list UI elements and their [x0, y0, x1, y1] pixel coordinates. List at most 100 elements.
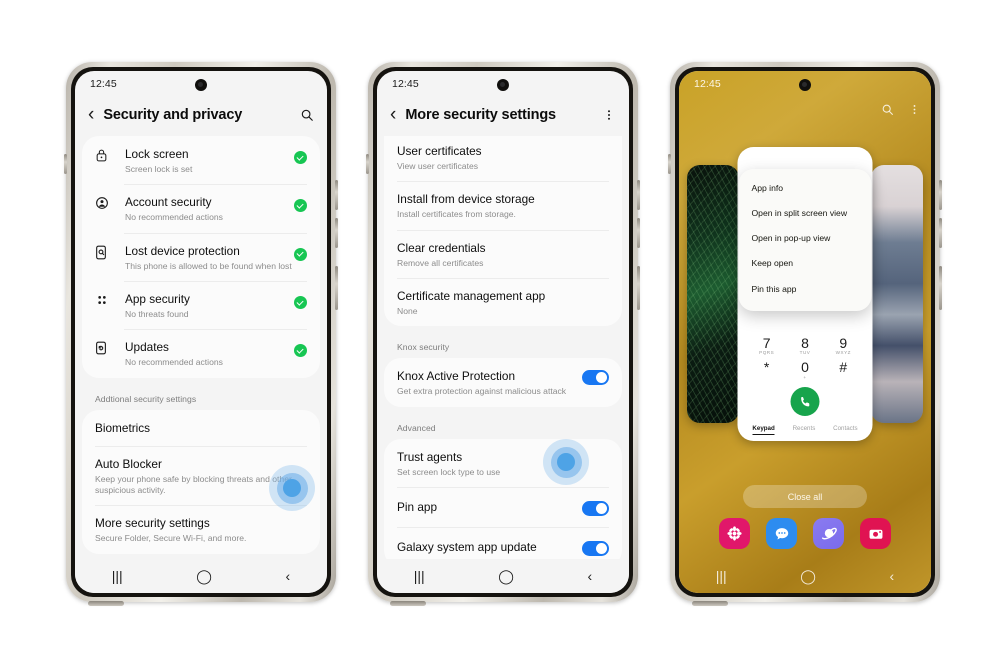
row-title: More security settings [95, 516, 210, 531]
phone-call-icon[interactable] [790, 387, 820, 416]
row-subtitle: Install certificates from storage. [397, 209, 516, 220]
front-camera-punch-hole [799, 79, 811, 91]
messages-app-icon[interactable] [766, 518, 797, 549]
tab-keypad[interactable]: Keypad [752, 425, 775, 435]
left-side-button[interactable] [64, 154, 67, 174]
search-icon[interactable] [300, 108, 314, 122]
row-title: Biometrics [95, 420, 151, 435]
tap-indicator-pin-app [543, 439, 589, 485]
dial-key-7[interactable]: 7 PQRS [750, 335, 783, 355]
setting-row-galaxy-system-app-update[interactable]: Galaxy system app update [384, 527, 622, 559]
setting-row-more-security-settings[interactable]: More security settings Secure Folder, Se… [82, 505, 320, 553]
setting-row-certificate-management-app[interactable]: Certificate management app None [384, 278, 622, 326]
tab-contacts[interactable]: Contacts [833, 425, 857, 435]
recents-button[interactable]: ||| [716, 569, 727, 583]
search-icon[interactable] [881, 103, 894, 121]
power-button[interactable] [335, 266, 338, 310]
setting-row-install-from-device-storage[interactable]: Install from device storage Install cert… [384, 181, 622, 229]
volume-up-button[interactable] [637, 180, 640, 210]
back-button[interactable]: ‹ [890, 569, 895, 583]
row-title: App security [125, 292, 190, 307]
setting-row-pin-app[interactable]: Pin app [384, 487, 622, 527]
dial-key-0[interactable]: 0 + [788, 360, 821, 380]
close-all-button[interactable]: Close all [743, 485, 867, 508]
recents-button[interactable]: ||| [414, 569, 425, 583]
setting-row-updates[interactable]: Updates No recommended actions [82, 329, 320, 377]
status-clock: 12:45 [392, 78, 419, 90]
menu-item-pin-this-app[interactable]: Pin this app [739, 276, 872, 301]
key-letters: TUV [799, 350, 811, 356]
left-side-button[interactable] [668, 154, 671, 174]
row-title: Certificate management app [397, 289, 546, 304]
menu-item-open-in-split-screen-view[interactable]: Open in split screen view [739, 200, 872, 225]
volume-down-button[interactable] [637, 218, 640, 248]
updates-icon [95, 338, 125, 360]
setting-row-app-security[interactable]: App security No threats found [82, 281, 320, 329]
volume-up-button[interactable] [939, 180, 942, 210]
home-button[interactable]: ◯ [800, 569, 816, 583]
section-header-advanced: Advanced [397, 422, 436, 433]
settings-scroll-2[interactable]: User certificates View user certificates… [377, 136, 629, 559]
home-button[interactable]: ◯ [196, 569, 212, 583]
back-icon[interactable]: ‹ [390, 105, 396, 124]
recent-app-card-left[interactable] [687, 165, 739, 423]
row-title: Pin app [397, 500, 438, 515]
status-ok-badge [294, 199, 307, 213]
back-button[interactable]: ‹ [286, 569, 291, 583]
phone-screen-3: 12:45 7 PQRS 8 TUV 9 WXYZ * 0 + # Keypad… [679, 71, 931, 593]
row-title: Clear credentials [397, 240, 486, 255]
tab-recents[interactable]: Recents [793, 425, 816, 435]
setting-row-lock-screen[interactable]: Lock screen Screen lock is set [82, 136, 320, 184]
toggle-galaxy-system-app-update[interactable] [582, 541, 609, 557]
power-button[interactable] [939, 266, 942, 310]
left-side-button[interactable] [366, 154, 369, 174]
volume-down-button[interactable] [335, 218, 338, 248]
internet-app-icon[interactable] [813, 518, 844, 549]
setting-row-lost-device-protection[interactable]: Lost device protection This phone is all… [82, 232, 320, 281]
setting-row-biometrics[interactable]: Biometrics [82, 410, 320, 446]
gallery-app-icon[interactable] [719, 518, 750, 549]
home-button[interactable]: ◯ [498, 569, 514, 583]
phone-device-1: 12:45 ‹ Security and privacy Lock screen… [64, 62, 338, 606]
dial-key-star[interactable]: * [750, 360, 783, 380]
dialer-key-row-star0hash: * 0 + # [738, 360, 873, 380]
recent-app-card-right[interactable] [871, 165, 923, 423]
dialer-tabs: Keypad Recents Contacts [738, 425, 873, 435]
row-subtitle: View user certificates [397, 161, 479, 171]
menu-item-open-in-pop-up-view[interactable]: Open in pop-up view [739, 226, 872, 251]
device-bezel: 12:45 ‹ Security and privacy Lock screen… [71, 67, 331, 597]
dial-key-8[interactable]: 8 TUV [788, 335, 821, 356]
front-camera-punch-hole [195, 79, 207, 91]
more-vertical-icon[interactable] [908, 103, 921, 121]
screenshot-canvas: 12:45 ‹ Security and privacy Lock screen… [0, 0, 1000, 666]
setting-row-account-security[interactable]: Account security No recommended actions [82, 184, 320, 232]
tap-indicator-more-security-settings [269, 465, 315, 511]
dial-key-hash[interactable]: # [827, 360, 860, 380]
key-digit: # [839, 359, 848, 376]
navigation-bar-1: ||| ◯ ‹ [75, 559, 327, 593]
volume-down-button[interactable] [939, 218, 942, 248]
back-button[interactable]: ‹ [588, 569, 593, 583]
app-context-menu: App info Open in split screen view Open … [738, 169, 872, 311]
volume-up-button[interactable] [335, 180, 338, 210]
row-title: Trust agents [397, 449, 463, 464]
more-vertical-icon[interactable] [602, 108, 616, 122]
toggle-knox-active-protection[interactable] [582, 370, 609, 386]
power-button[interactable] [637, 266, 640, 310]
dial-key-9[interactable]: 9 WXYZ [827, 335, 860, 355]
menu-item-keep-open[interactable]: Keep open [739, 251, 872, 276]
back-icon[interactable]: ‹ [88, 105, 94, 124]
setting-row-knox-active-protection[interactable]: Knox Active Protection Get extra protect… [384, 358, 622, 406]
toggle-pin-app[interactable] [582, 501, 609, 517]
setting-row-user-certificates[interactable]: User certificates View user certificates [384, 136, 622, 181]
status-clock: 12:45 [694, 78, 721, 90]
row-subtitle: Secure Folder, Secure Wi-Fi, and more. [95, 533, 247, 544]
recents-button[interactable]: ||| [112, 569, 123, 583]
lock-icon [95, 145, 125, 168]
camera-app-icon[interactable] [860, 518, 891, 549]
setting-row-clear-credentials[interactable]: Clear credentials Remove all certificate… [384, 229, 622, 278]
row-title: Galaxy system app update [397, 540, 537, 555]
menu-item-app-info[interactable]: App info [739, 175, 872, 200]
key-letters: + [803, 375, 807, 380]
settings-scroll-1[interactable]: Lock screen Screen lock is set Account s… [75, 136, 327, 559]
